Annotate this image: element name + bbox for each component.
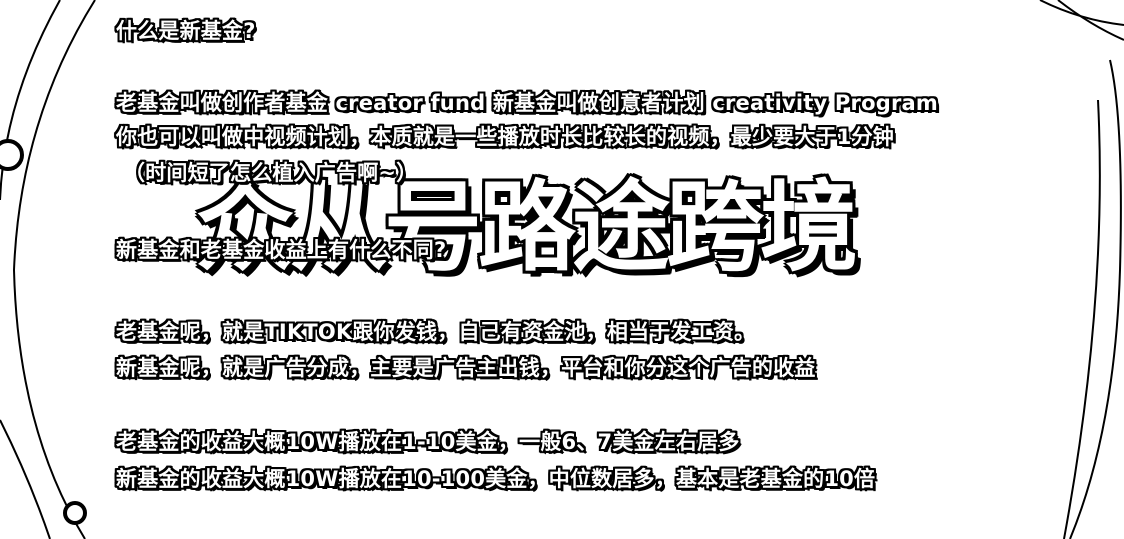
heading-what-is-new-fund: 什么是新基金?	[116, 19, 256, 43]
paragraph-line: 老基金的收益大概10W播放在1-10美金，一般6、7美金左右居多	[116, 430, 740, 454]
paragraph-line: 新基金呢，就是广告分成，主要是广告主出钱，平台和你分这个广告的收益	[116, 356, 816, 380]
ring-ornament-left	[0, 139, 24, 171]
paragraph-line: （时间短了怎么植入广告啊~）	[124, 161, 418, 185]
paragraph-line: 老基金叫做创作者基金 creator fund 新基金叫做创意者计划 creat…	[116, 91, 938, 115]
ring-ornament-bottom	[63, 501, 87, 525]
paragraph-line: 新基金的收益大概10W播放在10-100美金，中位数居多，基本是老基金的10倍	[116, 467, 876, 491]
heading-difference: 新基金和老基金收益上有什么不同?	[116, 238, 447, 262]
paragraph-line: 老基金呢，就是TIKTOK跟你发钱，自己有资金池，相当于发工资。	[116, 320, 756, 344]
paragraph-line: 你也可以叫做中视频计划，本质就是一些播放时长比较长的视频，最少要大于1分钟	[116, 125, 895, 149]
